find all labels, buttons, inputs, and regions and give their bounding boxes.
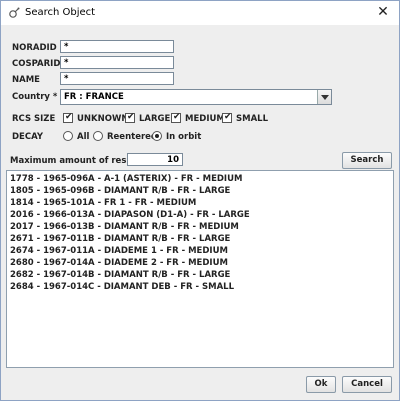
decay-all-label: All [77,132,90,142]
country-dropdown[interactable]: FR : FRANCE [60,89,332,105]
close-icon[interactable]: ✕ [375,4,391,20]
list-item[interactable]: 1805 - 1965-096B - DIAMANT R/B - FR - LA… [10,186,230,197]
list-item[interactable]: 2016 - 1966-013A - DIAPASON (D1-A) - FR … [10,210,250,221]
results-list[interactable]: 1778 - 1965-096A - A-1 (ASTERIX) - FR - … [6,170,394,368]
checkmark-icon: ✔ [224,112,232,122]
country-selected-value: FR : FRANCE [64,92,124,102]
ok-button[interactable]: Ok [306,376,336,393]
rcs-small-label: SMALL [236,114,268,124]
country-label: Country * [12,92,58,102]
rcs-small-checkbox[interactable]: ✔ [222,112,232,123]
chevron-down-icon[interactable] [317,90,331,104]
cosparid-label: COSPARID [12,59,61,69]
rcs-medium-label: MEDIUM [185,114,225,124]
search-object-dialog: Search Object ✕ NORADID * COSPARID * NAM… [0,0,400,401]
search-button[interactable]: Search [342,152,392,169]
checkmark-icon: ✔ [173,112,181,122]
app-icon [9,7,20,18]
list-item[interactable]: 2684 - 1967-014C - DIAMANT DEB - FR - SM… [10,282,234,293]
name-field[interactable]: * [60,72,174,85]
name-label: NAME [12,75,40,85]
rcs-large-label: LARGE [139,114,171,124]
rcs-unknown-label: UNKNOWN [77,114,129,124]
cosparid-field[interactable]: * [60,56,174,69]
title-bar: Search Object ✕ [1,1,399,25]
cancel-button[interactable]: Cancel [342,376,392,393]
checkmark-icon: ✔ [65,112,73,122]
decay-reentered-radio[interactable] [93,131,103,141]
list-item[interactable]: 2682 - 1967-014B - DIAMANT R/B - FR - LA… [10,270,230,281]
list-item[interactable]: 2674 - 1967-011A - DIADEME 1 - FR - MEDI… [10,246,228,257]
window-title: Search Object [25,7,96,18]
list-item[interactable]: 2017 - 1966-013B - DIAMANT R/B - FR - ME… [10,222,239,233]
decay-all-radio[interactable] [63,131,73,141]
rcs-large-checkbox[interactable]: ✔ [125,112,135,123]
rcs-unknown-checkbox[interactable]: ✔ [63,112,73,123]
decay-label: DECAY [12,132,44,142]
list-item[interactable]: 1778 - 1965-096A - A-1 (ASTERIX) - FR - … [10,174,242,185]
list-item[interactable]: 1814 - 1965-101A - FR 1 - FR - MEDIUM [10,198,196,209]
max-results-field[interactable]: 10 [127,153,183,166]
decay-reentered-label: Reentered [107,132,157,142]
rcs-medium-checkbox[interactable]: ✔ [171,112,181,123]
radio-selected-dot [155,134,159,138]
decay-in-orbit-label: In orbit [166,132,202,142]
list-item[interactable]: 2671 - 1967-011B - DIAMANT R/B - FR - LA… [10,234,230,245]
list-item[interactable]: 2680 - 1967-014A - DIADEME 2 - FR - MEDI… [10,258,228,269]
rcs-size-label: RCS SIZE [12,114,56,124]
noradid-label: NORADID [12,43,57,53]
noradid-field[interactable]: * [60,40,174,53]
checkmark-icon: ✔ [127,112,135,122]
decay-in-orbit-radio[interactable] [152,131,162,141]
